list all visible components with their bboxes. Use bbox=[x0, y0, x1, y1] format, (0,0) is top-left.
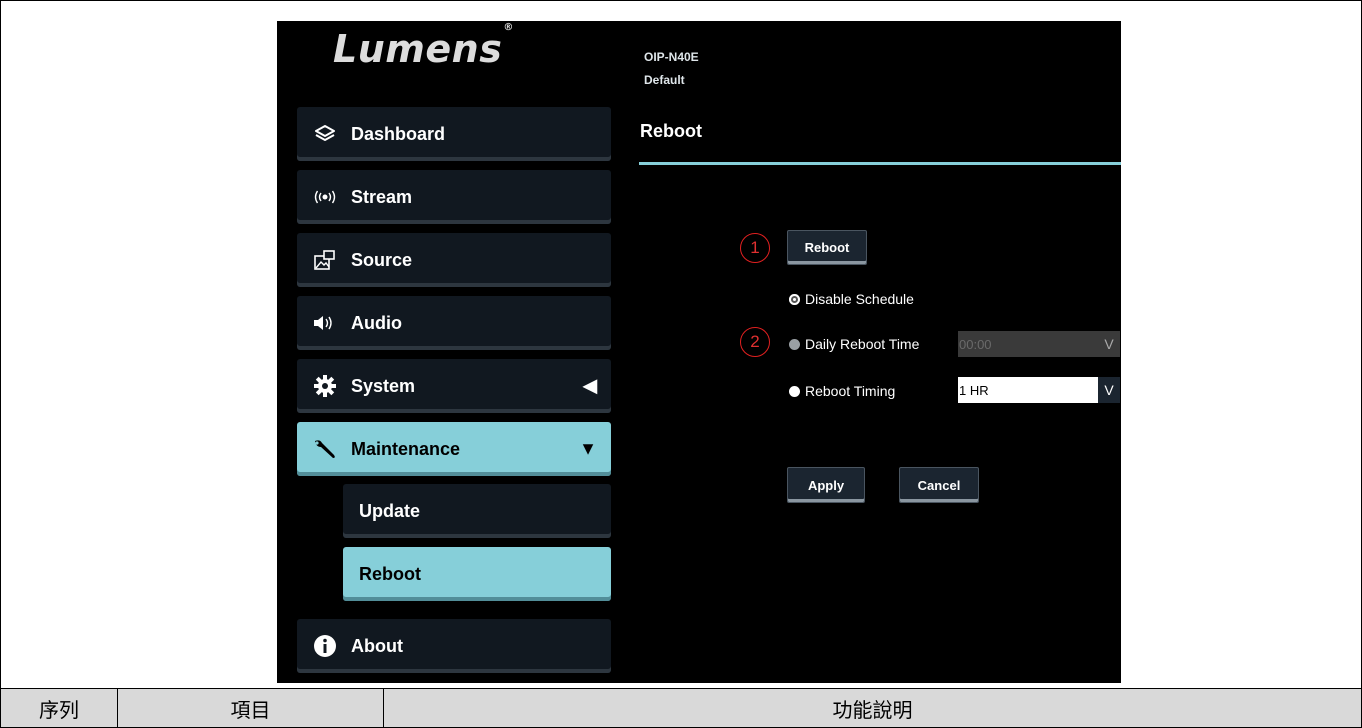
daily-reboot-time-select[interactable]: 00:00 V bbox=[958, 331, 1120, 357]
table-header-item: 項目 bbox=[118, 689, 384, 727]
sidebar-subitem-update[interactable]: Update bbox=[343, 484, 611, 538]
sidebar-item-label: Source bbox=[351, 249, 413, 270]
page-title: Reboot bbox=[640, 121, 702, 141]
reboot-timing-select[interactable]: 1 HR V bbox=[958, 377, 1120, 403]
sidebar-subitem-label: Update bbox=[359, 500, 421, 521]
table-header-row: 序列 項目 功能說明 bbox=[0, 688, 1362, 728]
radio-daily-reboot-time[interactable] bbox=[789, 338, 800, 350]
sidebar-item-stream[interactable]: Stream bbox=[297, 170, 611, 224]
select-value: 1 HR bbox=[958, 377, 1098, 403]
cancel-button[interactable]: Cancel bbox=[899, 467, 979, 503]
sidebar-item-label: Dashboard bbox=[351, 123, 446, 144]
table-header-index: 序列 bbox=[1, 689, 118, 727]
wrench-icon bbox=[307, 438, 343, 460]
table-header-description: 功能說明 bbox=[832, 697, 913, 722]
option-daily-reboot-time[interactable]: Daily Reboot Time bbox=[789, 336, 919, 352]
chevron-down-icon: V bbox=[1098, 377, 1120, 403]
chevron-down-icon: V bbox=[1098, 331, 1120, 357]
sidebar-subitem-label: Reboot bbox=[359, 563, 421, 584]
title-divider bbox=[639, 162, 1121, 165]
option-disable-schedule[interactable]: Disable Schedule bbox=[789, 291, 914, 307]
sidebar-item-maintenance[interactable]: Maintenance ▼ bbox=[297, 422, 611, 476]
collapse-arrow-icon: ◀ bbox=[583, 375, 597, 396]
sidebar-subitem-reboot[interactable]: Reboot bbox=[343, 547, 611, 601]
device-info: OIP-N40E Default bbox=[644, 46, 699, 92]
radio-disable-schedule[interactable] bbox=[789, 293, 800, 305]
option-label: Daily Reboot Time bbox=[805, 336, 920, 352]
annotation-marker-1: 1 bbox=[740, 233, 770, 263]
reboot-button[interactable]: Reboot bbox=[787, 230, 867, 265]
option-label: Disable Schedule bbox=[805, 291, 914, 307]
lumens-logo: Lumens® bbox=[333, 22, 514, 71]
gear-icon bbox=[307, 374, 343, 398]
select-value: 00:00 bbox=[958, 331, 1098, 357]
info-icon bbox=[307, 634, 343, 658]
sidebar-item-dashboard[interactable]: Dashboard bbox=[297, 107, 611, 161]
annotation-marker-2: 2 bbox=[740, 327, 770, 357]
sidebar-item-label: System bbox=[351, 375, 416, 396]
sidebar-item-label: Maintenance bbox=[351, 438, 461, 459]
sidebar-item-label: Stream bbox=[351, 186, 413, 207]
option-label: Reboot Timing bbox=[805, 383, 896, 399]
layers-icon bbox=[307, 124, 343, 144]
sidebar-item-audio[interactable]: Audio bbox=[297, 296, 611, 350]
web-ui-screenshot: Lumens® OIP-N40E Default Dashboard Strea… bbox=[277, 21, 1121, 683]
expand-arrow-icon: ▼ bbox=[579, 438, 597, 459]
sidebar-item-about[interactable]: About bbox=[297, 619, 611, 673]
device-profile: Default bbox=[644, 73, 685, 87]
sidebar-item-source[interactable]: Source bbox=[297, 233, 611, 287]
broadcast-icon bbox=[307, 189, 343, 205]
image-source-icon bbox=[307, 249, 343, 271]
speaker-icon bbox=[307, 314, 343, 332]
sidebar-item-system[interactable]: System ◀ bbox=[297, 359, 611, 413]
apply-button[interactable]: Apply bbox=[787, 467, 865, 503]
sidebar-item-label: Audio bbox=[351, 312, 402, 333]
option-reboot-timing[interactable]: Reboot Timing bbox=[789, 383, 895, 399]
device-model: OIP-N40E bbox=[644, 50, 699, 64]
sidebar-item-label: About bbox=[351, 635, 403, 656]
radio-reboot-timing[interactable] bbox=[789, 385, 800, 397]
